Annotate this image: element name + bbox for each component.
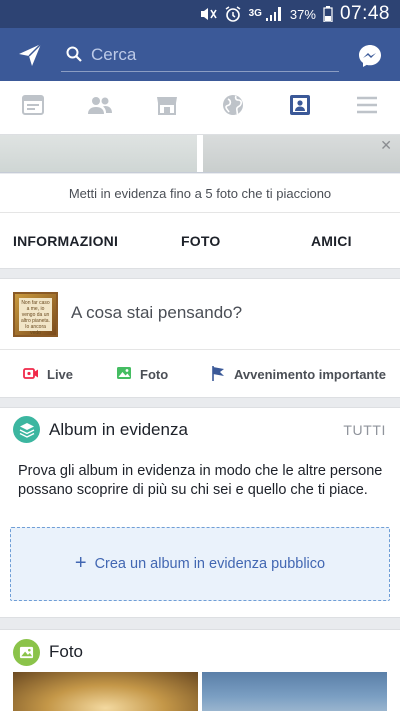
close-icon[interactable]: ✕: [380, 137, 392, 154]
live-button[interactable]: Live: [23, 350, 73, 398]
friend-requests-icon: [88, 93, 112, 122]
photo-thumbnail[interactable]: [13, 672, 198, 711]
clock: 07:48: [339, 3, 390, 24]
composer-prompt[interactable]: A cosa stai pensando?: [71, 303, 242, 323]
profile-icon: [288, 93, 312, 122]
search-icon: [66, 46, 82, 62]
photo-thumbnail[interactable]: [202, 672, 387, 711]
news-feed-icon: [21, 93, 45, 122]
live-label: Live: [47, 366, 74, 382]
photos-icon: [13, 639, 40, 666]
tab-marketplace[interactable]: [133, 81, 200, 134]
profile-tabs: INFORMAZIONI FOTO AMICI: [0, 213, 400, 269]
photos-card: Foto: [0, 629, 400, 711]
search-bar[interactable]: [61, 39, 339, 72]
life-event-button[interactable]: Avvenimento importante: [210, 350, 386, 398]
search-input[interactable]: [91, 43, 331, 67]
mute-icon: [199, 6, 217, 22]
avatar-image-text: Non far caso a me, io vengo da un altro …: [19, 298, 52, 335]
photo-button[interactable]: Foto: [116, 350, 168, 398]
paper-plane-icon[interactable]: [17, 42, 43, 68]
photo-icon: [116, 365, 132, 384]
status-bar: 3G 37% 07:48: [0, 0, 400, 28]
status-composer[interactable]: Non far caso a me, io vengo da un altro …: [0, 278, 400, 350]
card-title: Foto: [49, 642, 84, 661]
life-event-label: Avvenimento importante: [234, 366, 386, 382]
plus-icon: +: [74, 552, 87, 574]
battery-percentage: 37%: [289, 6, 316, 22]
featured-albums-card: Album in evidenza TUTTI Prova gli album …: [0, 407, 400, 618]
messenger-icon[interactable]: [357, 43, 383, 69]
photo-label: Foto: [140, 366, 169, 382]
featured-photo[interactable]: ✕: [203, 135, 400, 172]
marketplace-icon: [155, 93, 179, 122]
flag-icon: [210, 365, 226, 384]
card-description: Prova gli album in evidenza in modo che …: [18, 463, 383, 498]
signal-icon: [265, 6, 283, 22]
create-featured-album-button[interactable]: + Crea un album in evidenza pubblico: [10, 527, 390, 601]
battery-icon: [323, 6, 333, 23]
live-video-icon: [23, 365, 39, 384]
featured-photos-strip: ✕: [0, 135, 400, 173]
tab-menu[interactable]: [333, 81, 400, 134]
globe-icon: [221, 93, 245, 122]
featured-photo[interactable]: [0, 135, 197, 172]
tab-friend-requests[interactable]: [67, 81, 134, 134]
tab-notifications[interactable]: [200, 81, 267, 134]
tab-news-feed[interactable]: [0, 81, 67, 134]
tab-informazioni[interactable]: INFORMAZIONI: [13, 213, 118, 269]
tab-amici[interactable]: AMICI: [311, 213, 352, 269]
avatar[interactable]: Non far caso a me, io vengo da un altro …: [13, 292, 58, 337]
album-stack-icon: [13, 416, 40, 443]
featured-photos-hint[interactable]: Metti in evidenza fino a 5 foto che ti p…: [0, 174, 400, 213]
alarm-icon: [224, 6, 242, 22]
divider: [0, 172, 400, 173]
tab-foto[interactable]: FOTO: [181, 213, 220, 269]
composer-actions: Live Foto Avvenimento importante: [0, 350, 400, 398]
see-all-link[interactable]: TUTTI: [343, 422, 386, 438]
tab-profile[interactable]: [267, 81, 334, 134]
nav-tabs: [0, 81, 400, 135]
app-bar: [0, 28, 400, 81]
create-album-label: Crea un album in evidenza pubblico: [94, 556, 326, 572]
network-type: 3G: [248, 8, 262, 19]
card-title: Album in evidenza: [49, 420, 188, 439]
menu-icon: [355, 93, 379, 122]
